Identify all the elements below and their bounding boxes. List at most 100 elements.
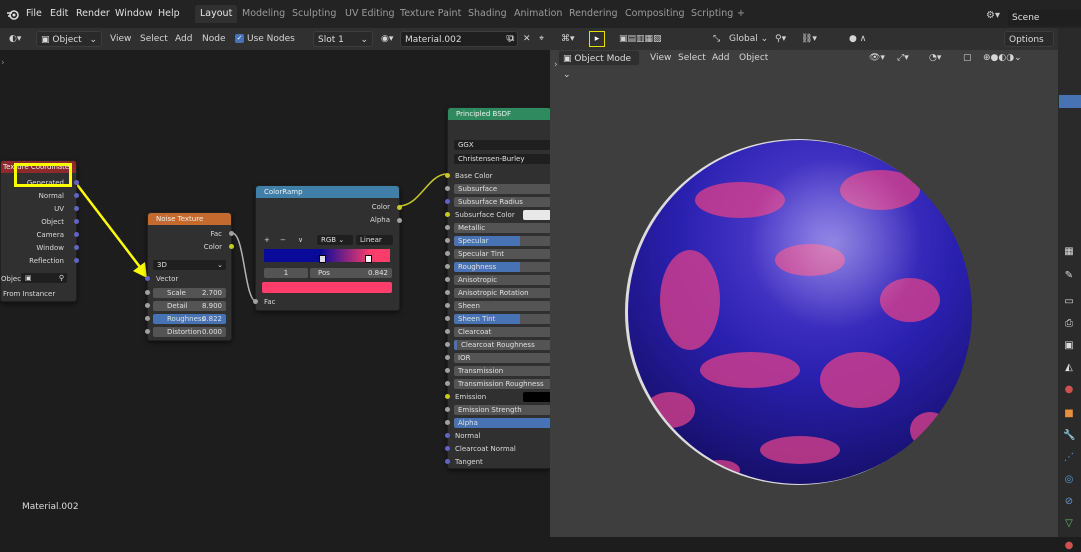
input-socket-metallic[interactable] <box>445 225 450 230</box>
add-workspace-button[interactable]: + <box>732 5 750 23</box>
blender-logo-icon[interactable] <box>6 8 20 22</box>
input-socket-anisotropic-rotation[interactable] <box>445 290 450 295</box>
input-field-emission-strength[interactable]: Emission Strength <box>454 405 551 415</box>
input-socket-transmission-roughness[interactable] <box>445 381 450 386</box>
tab-modeling[interactable]: Modeling <box>237 5 290 23</box>
select-mode-icons[interactable]: ▣▤▥▦▧ <box>616 31 665 47</box>
input-field-subsurface[interactable]: Subsurface <box>454 184 551 194</box>
close-icon[interactable]: ✕ <box>520 31 534 47</box>
dimensions-dropdown[interactable]: 3D ⌄ <box>153 260 226 270</box>
input-field-anisotropic[interactable]: Anisotropic <box>454 275 551 285</box>
tab-animation[interactable]: Animation <box>509 5 567 23</box>
select-box-icon[interactable]: ▸ <box>589 31 605 47</box>
snap-icon[interactable]: ⛓▾ <box>798 31 820 47</box>
color-stop-handle[interactable] <box>319 255 326 263</box>
tab-compositing[interactable]: Compositing <box>620 5 690 23</box>
input-socket-specular-tint[interactable] <box>445 251 450 256</box>
input-socket-roughness[interactable] <box>145 316 150 321</box>
input-socket-base-color[interactable] <box>445 173 450 178</box>
alpha-output-socket[interactable] <box>397 218 402 223</box>
tab-shading[interactable]: Shading <box>463 5 512 23</box>
stop-color-swatch[interactable] <box>262 282 392 293</box>
fac-output-socket[interactable] <box>229 231 234 236</box>
menu-select[interactable]: Select <box>137 31 171 47</box>
tab-uv-editing[interactable]: UV Editing <box>340 5 400 23</box>
3d-viewport[interactable]: › ▣ Object Mode ⌄ View Select Add Object… <box>550 50 1058 537</box>
input-field-anisotropic-rotation[interactable]: Anisotropic Rotation <box>454 288 551 298</box>
field-roughness[interactable]: Roughness 0.822 <box>153 314 226 324</box>
output-socket-object[interactable] <box>74 219 79 224</box>
output-socket-generated[interactable] <box>74 180 79 185</box>
tab-sculpting[interactable]: Sculpting <box>287 5 341 23</box>
menu-add[interactable]: Add <box>172 31 195 47</box>
output-socket-normal[interactable] <box>74 193 79 198</box>
input-socket-alpha[interactable] <box>445 420 450 425</box>
pin-icon[interactable]: ⌖ <box>536 31 547 47</box>
input-field-alpha[interactable]: Alpha <box>454 418 551 428</box>
material-icon[interactable]: ● <box>1063 540 1075 552</box>
distribution-dropdown[interactable]: GGX <box>454 140 551 150</box>
tool-icon[interactable]: ▦ <box>1063 246 1075 258</box>
input-field-ior[interactable]: IOR <box>454 353 551 363</box>
options-dropdown[interactable]: Options ⌄ <box>1004 31 1054 61</box>
input-socket-subsurface-radius[interactable] <box>445 199 450 204</box>
output-socket-reflection[interactable] <box>74 258 79 263</box>
transform-orientation-icon[interactable]: ⤡ <box>710 31 723 47</box>
input-socket-detail[interactable] <box>145 303 150 308</box>
input-field-sheen-tint[interactable]: Sheen Tint <box>454 314 551 324</box>
object-icon[interactable]: ■ <box>1063 408 1075 420</box>
duplicate-icon[interactable]: ⧉ <box>505 31 517 47</box>
tab-scripting[interactable]: Scripting <box>686 5 738 23</box>
input-socket-emission[interactable] <box>445 394 450 399</box>
tab-rendering[interactable]: Rendering <box>564 5 623 23</box>
add-stop-button[interactable]: + <box>264 235 270 245</box>
physics-icon[interactable]: ◎ <box>1063 474 1075 486</box>
scene-selector[interactable]: Scene <box>1008 10 1081 26</box>
object-field[interactable]: ▣ ⚲ <box>21 273 67 283</box>
input-field-roughness[interactable]: Roughness <box>454 262 551 272</box>
remove-stop-button[interactable]: − <box>280 235 286 245</box>
menu-help[interactable]: Help <box>154 5 184 23</box>
input-socket-clearcoat[interactable] <box>445 329 450 334</box>
fac-input-socket[interactable] <box>253 299 258 304</box>
color-swatch-subsurface-color[interactable] <box>523 210 551 220</box>
input-field-sheen[interactable]: Sheen <box>454 301 551 311</box>
input-socket-sheen[interactable] <box>445 303 450 308</box>
pos-field[interactable]: Pos 0.842 <box>310 268 392 278</box>
orientation-dropdown[interactable]: Global ⌄ <box>726 31 771 47</box>
field-scale[interactable]: Scale 2.700 <box>153 288 226 298</box>
input-socket-ior[interactable] <box>445 355 450 360</box>
colorramp-node[interactable]: ColorRamp Color Alpha + − ∨ RGB ⌄ Linear… <box>253 185 402 311</box>
input-socket-subsurface[interactable] <box>445 186 450 191</box>
input-socket-subsurface-color[interactable] <box>445 212 450 217</box>
editor-type-icon[interactable]: ⌘▾ <box>558 31 578 47</box>
input-socket-emission-strength[interactable] <box>445 407 450 412</box>
scene-icon[interactable]: ◭ <box>1063 362 1075 374</box>
editor-type-icon[interactable]: ◐▾ <box>6 31 24 47</box>
input-field-transmission[interactable]: Transmission <box>454 366 551 376</box>
input-socket-distortion[interactable] <box>145 329 150 334</box>
field-detail[interactable]: Detail 8.900 <box>153 301 226 311</box>
input-socket-normal[interactable] <box>445 433 450 438</box>
view-layer-icon[interactable]: ▣ <box>1063 340 1075 352</box>
input-socket-sheen-tint[interactable] <box>445 316 450 321</box>
proportional-edit-icon[interactable]: ● ∧ <box>846 31 869 47</box>
color-mode-dropdown[interactable]: RGB ⌄ <box>317 235 353 245</box>
tab-texture-paint[interactable]: Texture Paint <box>395 5 466 23</box>
input-socket-clearcoat-roughness[interactable] <box>445 342 450 347</box>
color-output-socket[interactable] <box>229 244 234 249</box>
input-socket-scale[interactable] <box>145 290 150 295</box>
noise-texture-node[interactable]: Noise Texture Fac Color 3D ⌄ Vector Scal… <box>145 212 234 341</box>
output-icon[interactable]: ⎙ <box>1063 318 1075 330</box>
menu-view[interactable]: View <box>107 31 134 47</box>
input-socket-roughness[interactable] <box>445 264 450 269</box>
render-icon[interactable]: ▭ <box>1063 296 1075 308</box>
vector-input-socket[interactable] <box>145 276 150 281</box>
constraints-icon[interactable]: ⊘ <box>1063 496 1075 508</box>
input-field-subsurface-radius[interactable]: Subsurface Radius <box>454 197 551 207</box>
stop-index-field[interactable]: 1 <box>264 268 308 278</box>
input-socket-clearcoat-normal[interactable] <box>445 446 450 451</box>
input-field-metallic[interactable]: Metallic <box>454 223 551 233</box>
node-canvas[interactable]: › Texture Coordinate Generated Normal UV Ob… <box>0 50 551 537</box>
slot-dropdown[interactable]: Slot 1 ⌄ <box>313 31 373 47</box>
